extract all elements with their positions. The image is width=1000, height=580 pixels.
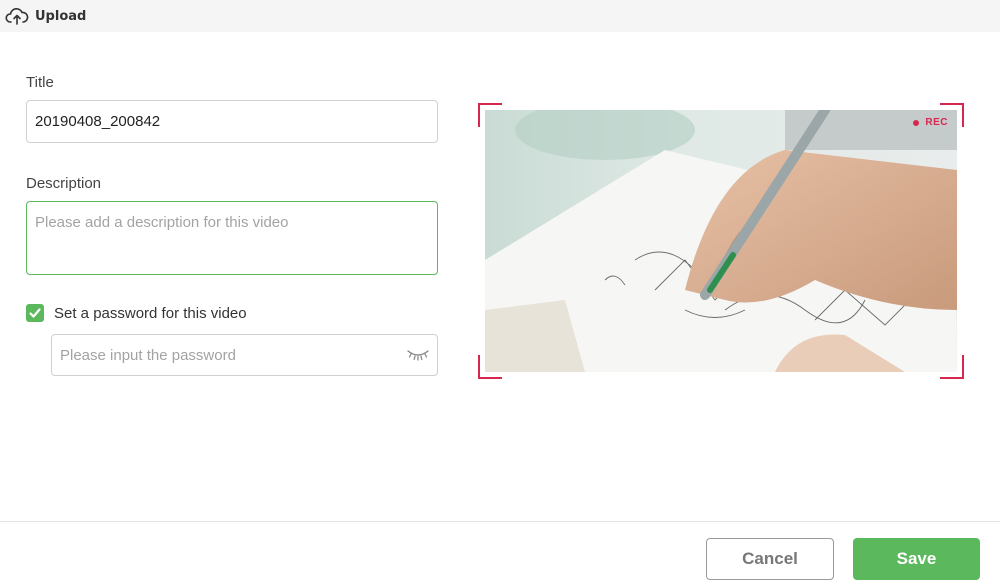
video-thumbnail <box>485 110 957 372</box>
password-field-wrapper <box>51 334 438 376</box>
footer-divider <box>0 521 1000 522</box>
password-input[interactable] <box>51 334 438 376</box>
description-label: Description <box>26 175 102 192</box>
checkmark-icon <box>29 308 41 318</box>
cloud-upload-icon <box>5 5 31 27</box>
header-bar: Upload <box>0 0 1000 32</box>
cancel-button[interactable]: Cancel <box>706 538 834 580</box>
video-preview: REC <box>478 103 964 379</box>
save-button[interactable]: Save <box>853 538 980 580</box>
password-checkbox[interactable] <box>26 304 44 322</box>
password-checkbox-label: Set a password for this video <box>54 304 247 322</box>
password-checkbox-row[interactable]: Set a password for this video <box>26 304 247 322</box>
eye-closed-icon[interactable] <box>406 347 430 363</box>
title-input[interactable] <box>26 100 438 143</box>
title-label: Title <box>26 74 54 91</box>
page-title: Upload <box>35 8 87 24</box>
rec-label: REC <box>925 117 948 128</box>
rec-dot-icon <box>913 119 920 126</box>
description-input[interactable] <box>26 201 438 275</box>
rec-indicator: REC <box>913 117 948 128</box>
